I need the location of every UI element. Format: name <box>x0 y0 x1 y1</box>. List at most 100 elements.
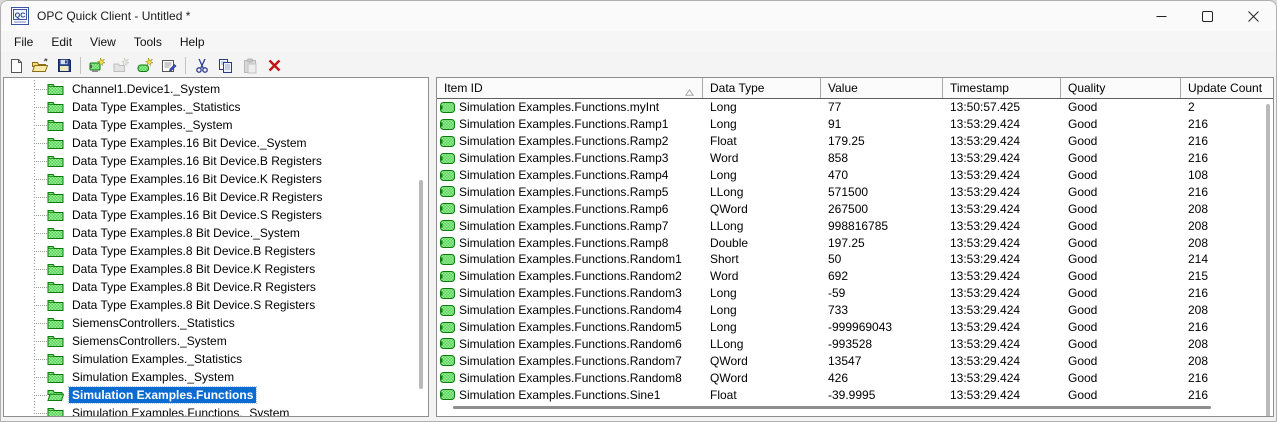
tree-item[interactable]: SiemensControllers._Statistics <box>4 314 428 332</box>
cell-timestamp: 13:53:29.424 <box>943 269 1061 283</box>
tree-connector-line <box>34 268 47 270</box>
toolbar-separator <box>80 57 81 74</box>
item-row[interactable]: Simulation Examples.Functions.Ramp7 LLong… <box>437 217 1273 234</box>
table-vertical-scrollbar-thumb[interactable] <box>1266 104 1270 416</box>
maximize-button[interactable] <box>1184 1 1230 31</box>
tree-item[interactable]: Data Type Examples.8 Bit Device.S Regist… <box>4 296 428 314</box>
column-header-value[interactable]: Value <box>821 78 943 98</box>
tree-item[interactable]: Simulation Examples._System <box>4 368 428 386</box>
tree-item[interactable]: Simulation Examples._Statistics <box>4 350 428 368</box>
item-row[interactable]: Simulation Examples.Functions.Sine1 Float… <box>437 386 1273 403</box>
menu-help[interactable]: Help <box>171 33 214 51</box>
cell-data-type: Double <box>703 236 821 250</box>
cell-data-type: Word <box>703 269 821 283</box>
item-row[interactable]: Simulation Examples.Functions.myInt Long 7… <box>437 99 1273 116</box>
minimize-button[interactable] <box>1138 1 1184 31</box>
tree-item[interactable]: Data Type Examples._Statistics <box>4 98 428 116</box>
tree-item-label: Simulation Examples._System <box>72 370 235 384</box>
item-row[interactable]: Simulation Examples.Functions.Ramp8 Doubl… <box>437 234 1273 251</box>
tree-item[interactable]: Data Type Examples.8 Bit Device.B Regist… <box>4 242 428 260</box>
tree-item[interactable]: SiemensControllers._System <box>4 332 428 350</box>
tree-item[interactable]: Data Type Examples.16 Bit Device.S Regis… <box>4 206 428 224</box>
item-row[interactable]: Simulation Examples.Functions.Random1 Sho… <box>437 251 1273 268</box>
item-row[interactable]: Simulation Examples.Functions.Random5 Lon… <box>437 319 1273 336</box>
new-document-button[interactable] <box>4 55 28 77</box>
new-item-button[interactable] <box>133 55 157 77</box>
tree-item-label: Data Type Examples.8 Bit Device.K Regist… <box>72 262 316 276</box>
close-button[interactable] <box>1230 1 1276 31</box>
properties-button[interactable] <box>157 55 181 77</box>
cell-text: -39.9995 <box>828 387 876 402</box>
tag-icon <box>440 203 455 215</box>
tree-connector-line <box>34 376 47 378</box>
tree-item[interactable]: Data Type Examples.8 Bit Device.R Regist… <box>4 278 428 296</box>
tree-item[interactable]: Data Type Examples.16 Bit Device.B Regis… <box>4 152 428 170</box>
tree-vertical-scrollbar-thumb[interactable] <box>419 180 423 389</box>
cell-text: 13:53:29.424 <box>950 336 1021 351</box>
table-horizontal-scrollbar-thumb[interactable] <box>453 406 1211 409</box>
paste-icon <box>243 58 258 74</box>
item-row[interactable]: Simulation Examples.Functions.Random6 LLo… <box>437 335 1273 352</box>
tree-item[interactable]: Data Type Examples.8 Bit Device._System <box>4 224 428 242</box>
menu-edit[interactable]: Edit <box>42 33 81 51</box>
cell-update-count: 208 <box>1181 337 1273 351</box>
column-header-item-id[interactable]: Item ID <box>437 78 703 98</box>
item-row[interactable]: Simulation Examples.Functions.Random3 Lon… <box>437 285 1273 302</box>
cell-data-type: Long <box>703 168 821 182</box>
tree-item[interactable]: Data Type Examples.16 Bit Device.R Regis… <box>4 188 428 206</box>
cell-value: 267500 <box>821 202 943 216</box>
cell-text: Simulation Examples.Functions.Ramp3 <box>459 151 669 166</box>
item-row[interactable]: Simulation Examples.Functions.Ramp5 LLong… <box>437 183 1273 200</box>
tree-item[interactable]: Data Type Examples.8 Bit Device.K Regist… <box>4 260 428 278</box>
column-header-quality[interactable]: Quality <box>1061 78 1181 98</box>
menu-tools[interactable]: Tools <box>125 33 171 51</box>
cut-button[interactable] <box>190 55 214 77</box>
tree-item-label: Data Type Examples.8 Bit Device.S Regist… <box>72 298 316 312</box>
tree-item[interactable]: Simulation Examples.Functions._System <box>4 404 428 416</box>
item-row[interactable]: Simulation Examples.Functions.Ramp1 Long 9… <box>437 116 1273 133</box>
tree-item[interactable]: Simulation Examples.Functions <box>4 386 428 404</box>
item-row[interactable]: Simulation Examples.Functions.Random7 QWo… <box>437 352 1273 369</box>
tree-item[interactable]: Data Type Examples.16 Bit Device._System <box>4 134 428 152</box>
tag-icon <box>440 287 455 299</box>
cell-value: 13547 <box>821 354 943 368</box>
cell-text: 733 <box>828 303 849 318</box>
item-row[interactable]: Simulation Examples.Functions.Ramp2 Float… <box>437 133 1273 150</box>
item-row[interactable]: Simulation Examples.Functions.Ramp6 QWord… <box>437 200 1273 217</box>
cell-data-type: LLong <box>703 219 821 233</box>
cell-update-count: 216 <box>1181 117 1273 131</box>
panel-splitter[interactable] <box>429 77 436 417</box>
column-header-update-count[interactable]: Update Count <box>1181 78 1273 98</box>
item-row[interactable]: Simulation Examples.Functions.Ramp3 Word 8… <box>437 150 1273 167</box>
cell-data-type: QWord <box>703 354 821 368</box>
open-file-button[interactable] <box>28 55 52 77</box>
menu-file[interactable]: File <box>5 33 42 51</box>
menu-view[interactable]: View <box>81 33 125 51</box>
tree-item[interactable]: Channel1.Device1._System <box>4 80 428 98</box>
cell-timestamp: 13:53:29.424 <box>943 236 1061 250</box>
cell-data-type: QWord <box>703 371 821 385</box>
cell-update-count: 2 <box>1181 100 1273 114</box>
delete-button[interactable] <box>262 55 286 77</box>
cell-text: 13:53:29.424 <box>950 387 1021 402</box>
copy-button[interactable] <box>214 55 238 77</box>
folder-closed-icon <box>47 190 64 204</box>
column-header-timestamp[interactable]: Timestamp <box>943 78 1061 98</box>
save-file-button[interactable] <box>52 55 76 77</box>
cell-timestamp: 13:53:29.424 <box>943 117 1061 131</box>
item-row[interactable]: Simulation Examples.Functions.Random8 QWo… <box>437 369 1273 386</box>
tag-icon <box>440 253 455 265</box>
item-row[interactable]: Simulation Examples.Functions.Ramp4 Long 4… <box>437 167 1273 184</box>
tree-item[interactable]: Data Type Examples._System <box>4 116 428 134</box>
item-table-body: Simulation Examples.Functions.myInt Long 7… <box>437 99 1273 403</box>
tag-icon <box>440 372 455 384</box>
new-server-connection-button[interactable] <box>85 55 109 77</box>
cell-item-id: Simulation Examples.Functions.Ramp3 <box>437 151 703 165</box>
item-row[interactable]: Simulation Examples.Functions.Random4 Lon… <box>437 302 1273 319</box>
cell-quality: Good <box>1061 236 1181 250</box>
folder-closed-icon <box>47 226 64 240</box>
column-header-data-type[interactable]: Data Type <box>703 78 821 98</box>
item-row[interactable]: Simulation Examples.Functions.Random2 Wor… <box>437 268 1273 285</box>
tree-item[interactable]: Data Type Examples.16 Bit Device.K Regis… <box>4 170 428 188</box>
folder-closed-icon <box>47 208 64 222</box>
